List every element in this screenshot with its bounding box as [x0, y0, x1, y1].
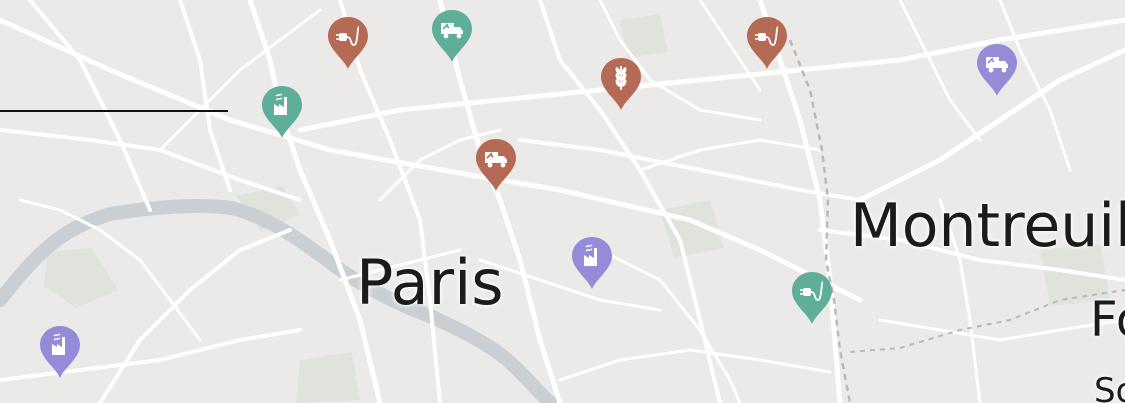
- map-marker-wheat[interactable]: [599, 56, 643, 112]
- map-marker-plug[interactable]: [745, 15, 789, 71]
- map-canvas[interactable]: Paris Montreuil Fo So: [0, 0, 1125, 403]
- map-marker-factory[interactable]: [38, 324, 82, 380]
- map-marker-truck[interactable]: [430, 8, 474, 64]
- place-label-partial: Fo: [1090, 292, 1125, 348]
- city-label-montreuil: Montreuil: [850, 191, 1125, 261]
- city-boundary: [788, 39, 852, 403]
- place-label-partial-2: So: [1094, 371, 1125, 403]
- map-marker-truck[interactable]: [474, 137, 518, 193]
- map-marker-factory[interactable]: [570, 235, 614, 291]
- map-marker-plug[interactable]: [326, 15, 370, 71]
- leader-line: [0, 110, 228, 112]
- map-marker-truck[interactable]: [975, 42, 1019, 98]
- map-marker-plug[interactable]: [790, 270, 834, 326]
- city-label-paris: Paris: [356, 246, 504, 319]
- map-marker-factory[interactable]: [260, 84, 304, 140]
